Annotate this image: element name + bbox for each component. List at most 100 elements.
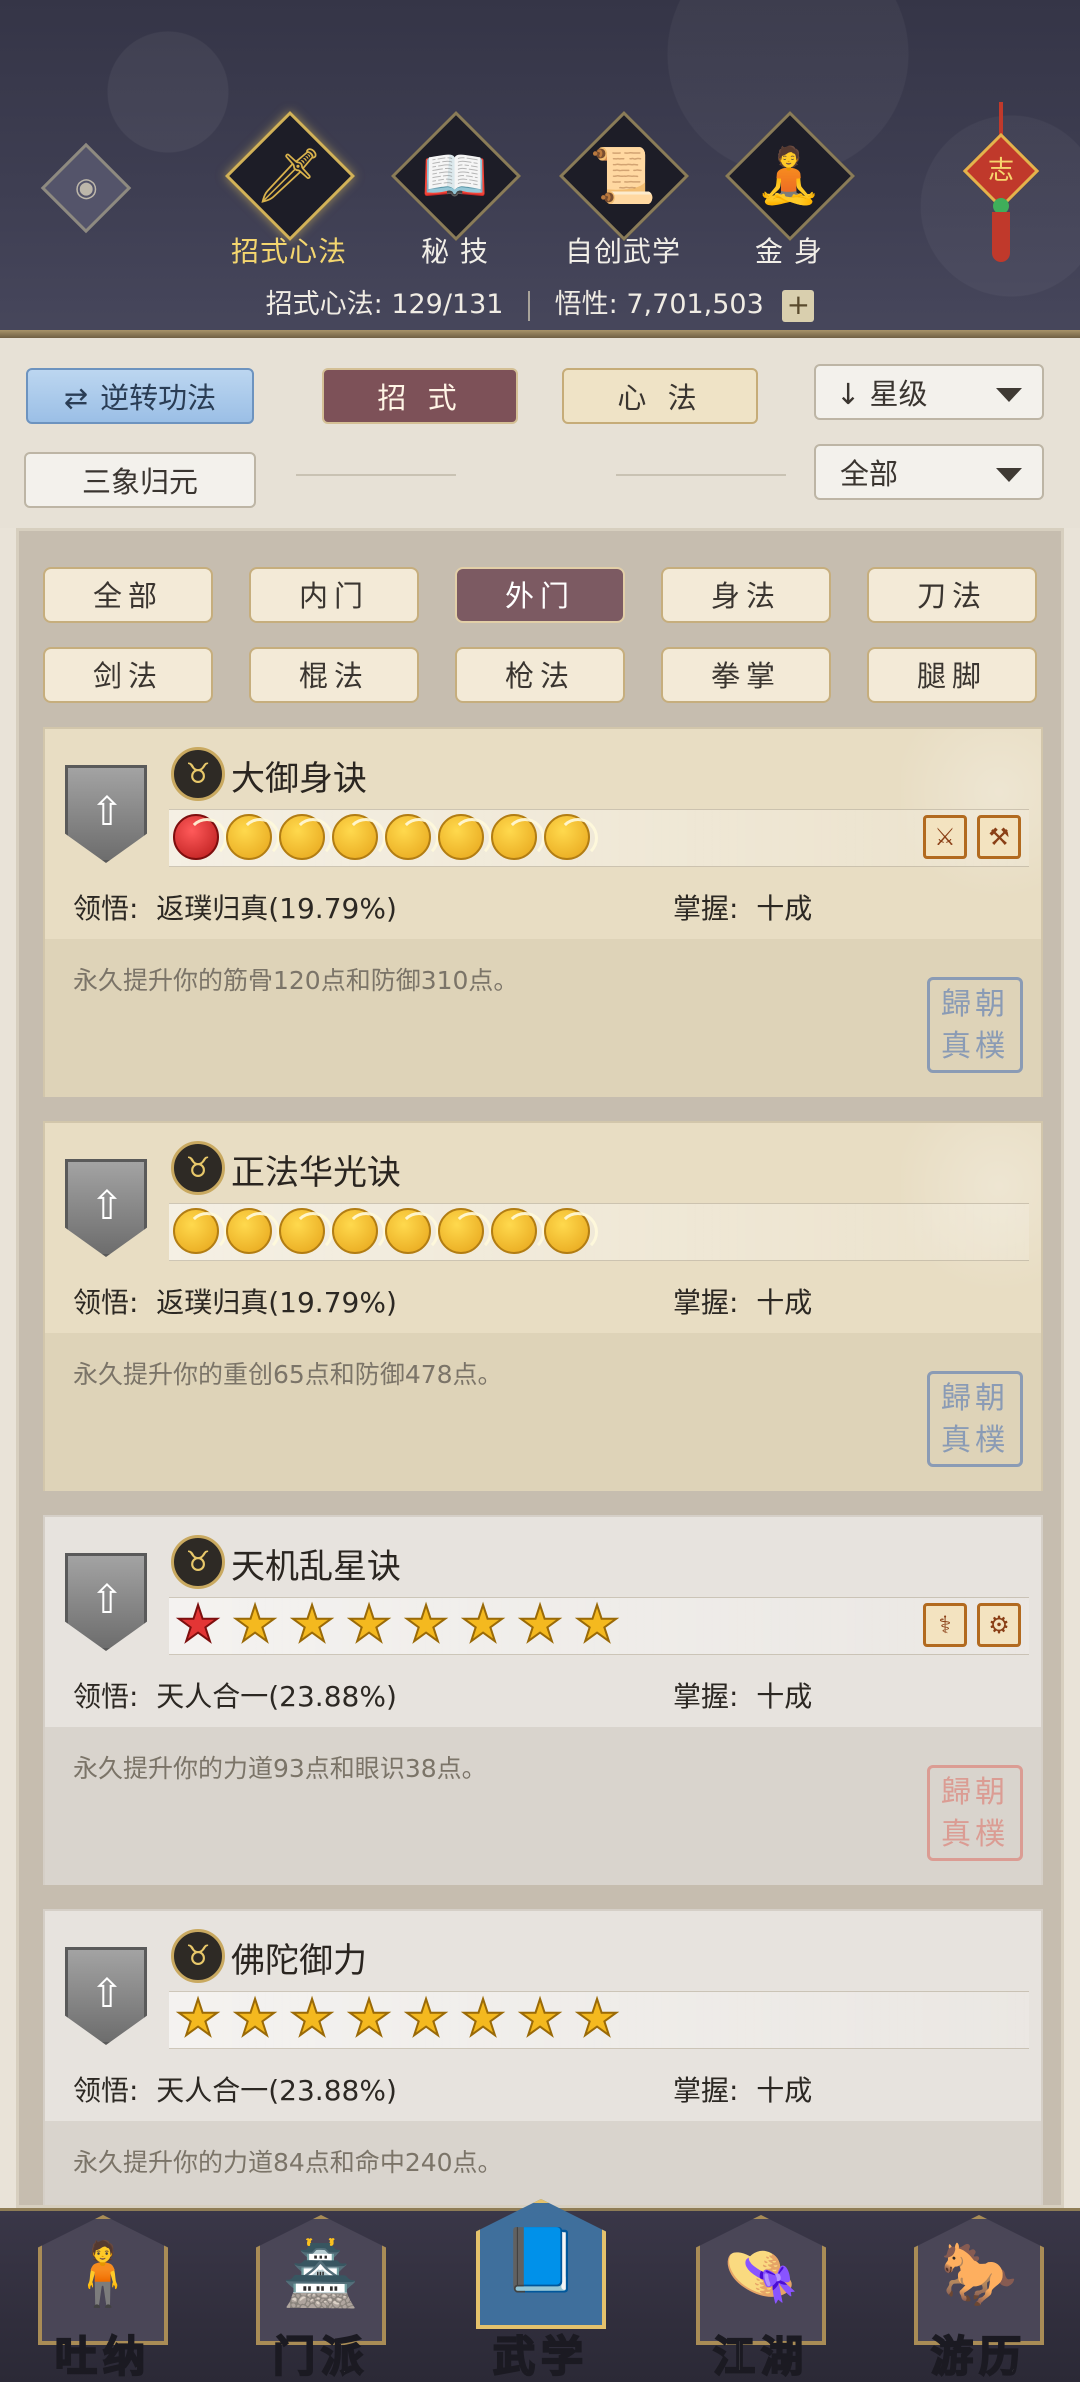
- figure-icon: 🧍: [64, 2237, 142, 2310]
- moon-rank-icon: [491, 1208, 545, 1254]
- skill-card[interactable]: ⇧ ♉ 大御身诀 ⚔ ⚒ 领悟: 返璞归真(19.79%) 掌握: 十成 永久提…: [43, 727, 1043, 1097]
- category-movement[interactable]: 身法: [661, 567, 831, 623]
- moon-rank-icon: [226, 814, 280, 860]
- seal-stamp: 歸朝 真樸: [927, 1765, 1023, 1861]
- skill-emblem-icon: ♉: [171, 1929, 225, 1983]
- add-insight-button[interactable]: +: [782, 289, 815, 322]
- skill-card[interactable]: ⇧ ♉ 正法华光诀 领悟: 返璞归真(19.79%) 掌握: 十成 永久提升你的…: [43, 1121, 1043, 1491]
- category-all[interactable]: 全部: [43, 567, 213, 623]
- tab-secret-skills[interactable]: 📖 秘 技: [390, 110, 522, 288]
- moves-count-value: 129/131: [391, 289, 504, 320]
- ambition-knot-button[interactable]: 志: [962, 102, 1040, 262]
- upgrade-arrow-icon[interactable]: ⇧: [89, 1183, 125, 1229]
- eye-toggle-button[interactable]: ◉: [40, 142, 132, 234]
- moon-rank-icon: [332, 1208, 386, 1254]
- moon-rank-icon: [544, 1208, 598, 1254]
- tab-mind-methods[interactable]: 心 法: [562, 368, 758, 424]
- scope-dropdown[interactable]: 全部: [814, 444, 1044, 500]
- nav-breathing[interactable]: 🧍 吐纳: [18, 2211, 188, 2382]
- mastery-line: 掌握: 十成: [673, 2074, 813, 2107]
- insight-line: 领悟: 返璞归真(19.79%): [73, 1286, 397, 1319]
- moon-rank-icon: [491, 814, 545, 860]
- nav-label: 游历: [930, 2331, 1027, 2382]
- meditation-icon: 🧘: [755, 144, 823, 207]
- skill-emblem-icon: ♉: [171, 1535, 225, 1589]
- skill-description: 永久提升你的力道93点和眼识38点。: [73, 1754, 487, 1783]
- chevron-down-icon: [996, 388, 1022, 402]
- weapon-icon[interactable]: ⚙: [977, 1603, 1021, 1647]
- divider-left: [296, 474, 456, 476]
- star-rank-icon: ★: [175, 1989, 222, 2047]
- moon-rank-icon: [279, 1208, 333, 1254]
- sect-icon: 🏯: [282, 2237, 360, 2310]
- tab-label: 自创武学: [564, 235, 681, 268]
- star-rank-icon: ★: [232, 1989, 279, 2047]
- star-rank-icon: ★: [232, 1595, 279, 1653]
- rank-row: [173, 1205, 598, 1261]
- moves-count-label: 招式心法:: [265, 289, 383, 320]
- skill-card[interactable]: ⇧ ♉ 佛陀御力 ★ ★ ★ ★ ★ ★ ★ ★ 领悟: 天人合一(23.88%…: [43, 1909, 1043, 2205]
- header-border: [0, 330, 1080, 338]
- tab-moves-mind[interactable]: 🗡 招式心法: [224, 110, 356, 288]
- seal-stamp: 歸朝 真樸: [927, 1371, 1023, 1467]
- category-inner[interactable]: 内门: [249, 567, 419, 623]
- moon-rank-icon: [438, 1208, 492, 1254]
- tab-custom-martial[interactable]: 📜 自创武学: [558, 110, 690, 288]
- scroll-icon: 📜: [589, 144, 657, 207]
- skill-description: 永久提升你的力道84点和命中240点。: [73, 2148, 503, 2177]
- nav-sect[interactable]: 🏯 门派: [236, 2211, 406, 2382]
- star-rank-icon: ★: [574, 1595, 621, 1653]
- insight-line: 领悟: 返璞归真(19.79%): [73, 892, 397, 925]
- star-rank-icon: ★: [346, 1989, 393, 2047]
- star-rank-icon: ★: [517, 1595, 564, 1653]
- skill-emblem-icon: ♉: [171, 747, 225, 801]
- category-spear[interactable]: 枪法: [455, 647, 625, 703]
- upgrade-arrow-icon[interactable]: ⇧: [89, 1577, 125, 1623]
- three-elements-button[interactable]: 三象归元: [24, 452, 256, 508]
- weapon-icon[interactable]: ⚔: [923, 815, 967, 859]
- star-rank-icon: ★: [346, 1595, 393, 1653]
- star-rank-icon: ★: [289, 1989, 336, 2047]
- sort-arrow-icon: ↓: [836, 377, 861, 411]
- manual-icon: 📘: [502, 2223, 580, 2296]
- star-rank-icon: ★: [403, 1989, 450, 2047]
- nav-label: 门派: [272, 2331, 369, 2382]
- tab-label: 金 身: [755, 235, 823, 268]
- weapon-icon[interactable]: ⚒: [977, 815, 1021, 859]
- rank-row: [173, 811, 598, 867]
- seal-stamp: 歸朝 真樸: [927, 977, 1023, 1073]
- skill-description: 永久提升你的筋骨120点和防御310点。: [73, 966, 519, 995]
- insight-line: 领悟: 天人合一(23.88%): [73, 1680, 397, 1713]
- weapon-icons: ⚔ ⚒: [923, 815, 1021, 859]
- skills-panel: 全部 内门 外门 身法 刀法 剑法 棍法 枪法 拳掌 腿脚 ⇧ ♉ 大御身诀 ⚔…: [16, 528, 1064, 2208]
- rank-row: ★ ★ ★ ★ ★ ★ ★ ★: [173, 1989, 622, 2049]
- skill-card[interactable]: ⇧ ♉ 天机乱星诀 ★ ★ ★ ★ ★ ★ ★ ★ ⚕ ⚙ 领悟: 天人合一(2…: [43, 1515, 1043, 1885]
- category-staff[interactable]: 棍法: [249, 647, 419, 703]
- category-blade[interactable]: 刀法: [867, 567, 1037, 623]
- chevron-down-icon: [996, 468, 1022, 482]
- skill-title: 佛陀御力: [231, 1941, 367, 1981]
- bamboo-hat-icon: 👒: [722, 2237, 800, 2310]
- upgrade-arrow-icon[interactable]: ⇧: [89, 789, 125, 835]
- sort-dropdown[interactable]: ↓ 星级: [814, 364, 1044, 420]
- tab-moves[interactable]: 招 式: [322, 368, 518, 424]
- moon-rank-icon: [226, 1208, 280, 1254]
- nav-martial-arts[interactable]: 📘 武学: [456, 2199, 626, 2382]
- category-fist[interactable]: 拳掌: [661, 647, 831, 703]
- nav-travel[interactable]: 🐎 游历: [894, 2211, 1064, 2382]
- category-leg[interactable]: 腿脚: [867, 647, 1037, 703]
- upgrade-arrow-icon[interactable]: ⇧: [89, 1971, 125, 2017]
- category-outer[interactable]: 外门: [455, 567, 625, 623]
- nav-jianghu[interactable]: 👒 江湖: [676, 2211, 846, 2382]
- reverse-technique-button[interactable]: ⇄ 逆转功法: [26, 368, 254, 424]
- star-rank-icon: ★: [460, 1989, 507, 2047]
- star-rank-icon: ★: [175, 1595, 222, 1653]
- mastery-line: 掌握: 十成: [673, 1286, 813, 1319]
- tab-golden-body[interactable]: 🧘 金 身: [724, 110, 856, 288]
- swap-icon: ⇄: [63, 381, 89, 415]
- category-sword[interactable]: 剑法: [43, 647, 213, 703]
- mastery-line: 掌握: 十成: [673, 1680, 813, 1713]
- sword-icon: 🗡: [254, 144, 324, 207]
- weapon-icon[interactable]: ⚕: [923, 1603, 967, 1647]
- star-rank-icon: ★: [517, 1989, 564, 2047]
